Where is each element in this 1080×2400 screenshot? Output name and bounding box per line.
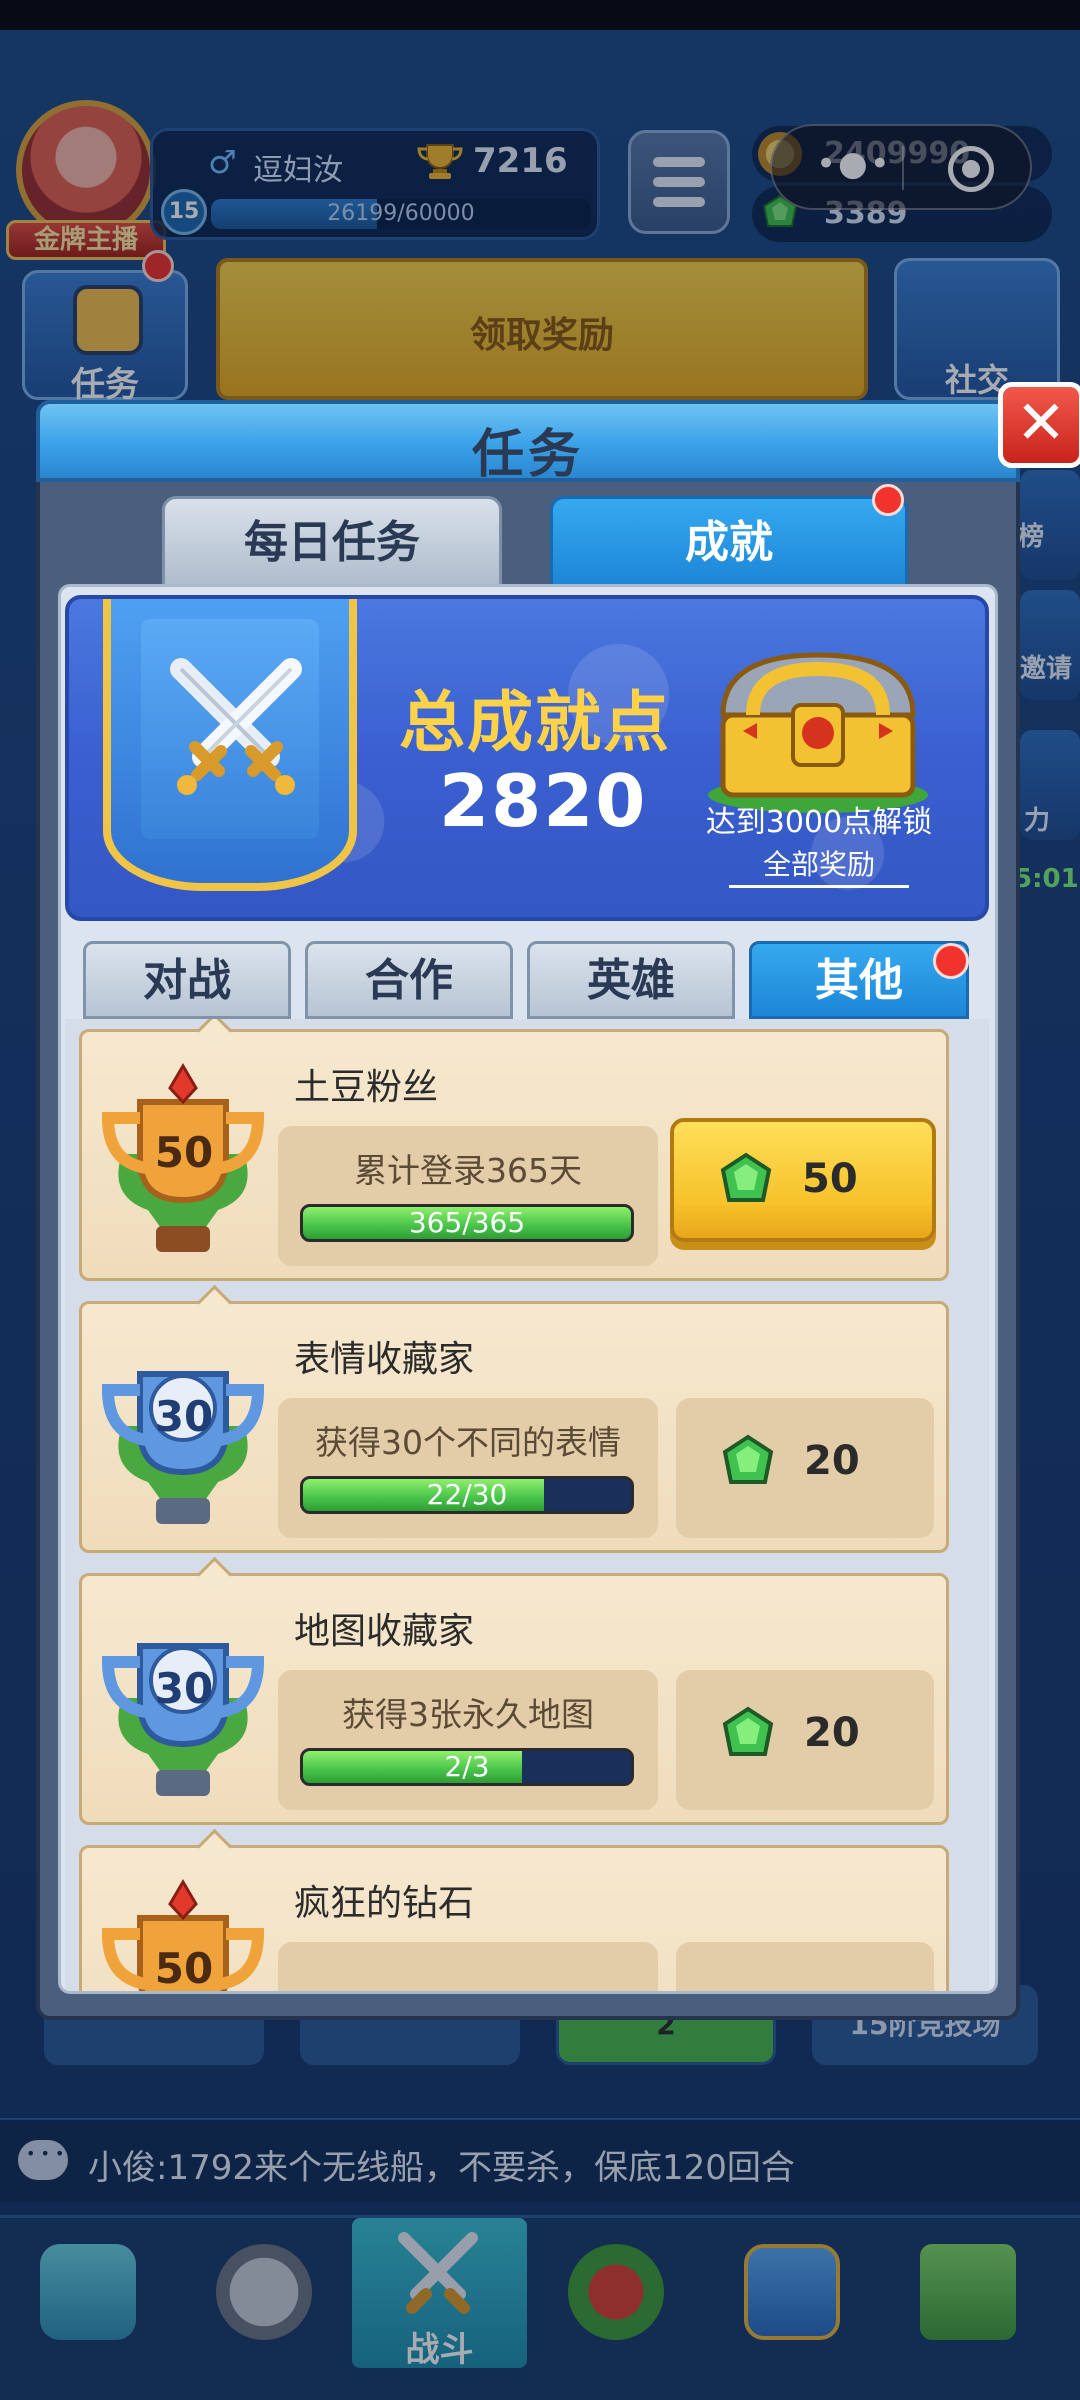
reward-value: 20 <box>804 1438 860 1484</box>
achievements-notification-dot <box>872 484 904 516</box>
achievement-card: 30 地图收藏家 获得3张永久地图 2/3 20 <box>79 1573 949 1825</box>
tier-badge: 50 <box>154 1128 214 1177</box>
achievement-title: 地图收藏家 <box>294 1611 475 1652</box>
status-bar <box>0 0 1080 30</box>
progress-text: 2/3 <box>444 1750 490 1783</box>
other-notification-dot <box>933 943 969 979</box>
achievement-list[interactable]: 50 土豆粉丝 累计登录365天 365/365 50 30 表情收藏家 获得3… <box>65 1019 989 1993</box>
modal-title: 任务 <box>471 425 584 485</box>
tab-achievements[interactable]: 成就 <box>550 496 908 588</box>
subtab-heroes[interactable]: 英雄 <box>527 941 735 1019</box>
gem-icon <box>720 1152 772 1202</box>
achievement-description: 累计登录365天 <box>354 1151 582 1190</box>
reward-box <box>676 1942 934 1991</box>
gem-icon <box>722 1706 774 1756</box>
achievement-card: 50 土豆粉丝 累计登录365天 365/365 50 <box>79 1029 949 1281</box>
total-points-value: 2820 <box>439 759 648 843</box>
achievement-title: 疯狂的钻石 <box>294 1883 475 1924</box>
total-points-title: 总成就点 <box>399 684 671 761</box>
gem-icon <box>722 1434 774 1484</box>
tab-daily-tasks[interactable]: 每日任务 <box>162 496 502 588</box>
achievement-description: 获得30个不同的表情 <box>315 1423 621 1462</box>
tier-badge: 30 <box>154 1664 214 1713</box>
achievement-title: 土豆粉丝 <box>294 1067 439 1108</box>
subtab-battle[interactable]: 对战 <box>83 941 291 1019</box>
progress-bar: 365/365 <box>300 1204 634 1242</box>
modal-header: 任务 <box>36 400 1020 485</box>
reward-box: 20 <box>676 1670 934 1810</box>
achievement-description-box <box>278 1942 658 1991</box>
reward-box: 20 <box>676 1398 934 1538</box>
achievement-card: 30 表情收藏家 获得30个不同的表情 22/30 20 <box>79 1301 949 1553</box>
task-modal: 任务 ✕ 每日任务 成就 总成就点 2820 达到3000点解锁 全部奖励 对战… <box>36 382 1080 2020</box>
achievement-description-box: 获得30个不同的表情 22/30 <box>278 1398 658 1538</box>
progress-bar: 2/3 <box>300 1748 634 1786</box>
tier-badge: 50 <box>154 1944 214 1993</box>
reward-value: 20 <box>804 1710 860 1756</box>
achievement-description: 获得3张永久地图 <box>342 1695 594 1734</box>
subtab-coop[interactable]: 合作 <box>305 941 513 1019</box>
claim-reward-button[interactable]: 50 <box>670 1118 936 1242</box>
modal-body: 总成就点 2820 达到3000点解锁 全部奖励 对战 合作 英雄 其他 50 … <box>58 584 998 1994</box>
reward-value: 50 <box>802 1156 858 1202</box>
progress-text: 22/30 <box>426 1478 508 1511</box>
progress-bar: 22/30 <box>300 1476 634 1514</box>
close-button[interactable]: ✕ <box>998 382 1080 468</box>
tier-badge: 30 <box>154 1392 214 1441</box>
progress-text: 365/365 <box>408 1206 526 1239</box>
achievement-card: 50 疯狂的钻石 <box>79 1845 949 1993</box>
shield-emblem <box>103 599 357 891</box>
achievement-title: 表情收藏家 <box>294 1339 475 1380</box>
treasure-chest-icon[interactable] <box>693 635 943 815</box>
all-rewards-link[interactable]: 全部奖励 <box>729 843 909 888</box>
achievement-description-box: 累计登录365天 365/365 <box>278 1126 658 1266</box>
achievement-description-box: 获得3张永久地图 2/3 <box>278 1670 658 1810</box>
achievement-points-banner: 总成就点 2820 达到3000点解锁 全部奖励 <box>65 595 989 921</box>
unlock-hint: 达到3000点解锁 <box>705 805 933 840</box>
crossed-swords-icon <box>170 658 302 795</box>
